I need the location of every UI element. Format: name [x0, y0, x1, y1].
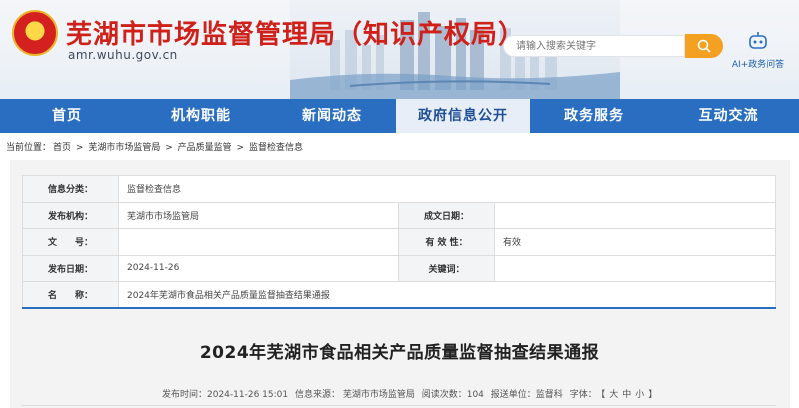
read-count: 阅读次数：104 [421, 390, 484, 400]
font-size-bracket-close: 】 [648, 390, 658, 400]
ai-assistant-label: AI+政务问答 [731, 60, 785, 70]
breadcrumb-separator: > [236, 143, 245, 153]
publish-date-label: 发布日期： [22, 254, 119, 282]
breadcrumb-link-home[interactable]: 首页 [53, 143, 71, 153]
breadcrumb-link-bureau[interactable]: 芜湖市市场监管局 [88, 143, 160, 153]
main-nav: 首页 机构职能 新闻动态 政府信息公开 政务服务 互动交流 [0, 99, 799, 133]
publisher-label: 发布机构： [22, 201, 119, 229]
nav-item-functions[interactable]: 机构职能 [134, 99, 268, 133]
created-date-label: 成文日期： [398, 201, 495, 229]
search-button[interactable] [685, 34, 723, 58]
table-row: 文 号： 有 效 性： 有效 [22, 228, 776, 256]
publish-time: 发布时间：2024-11-26 15:01 [162, 390, 289, 400]
divider [22, 307, 776, 309]
divider [22, 405, 776, 406]
table-row: 信息分类： 监督检查信息 [22, 175, 776, 203]
keywords-label: 关键词： [398, 254, 495, 282]
category-value: 监督检查信息 [118, 175, 776, 203]
created-date-value [494, 201, 776, 229]
breadcrumb-separator: > [75, 143, 84, 153]
font-size-bracket-open: 【 [600, 390, 606, 400]
keywords-value [494, 254, 776, 282]
publisher-value: 芜湖市市场监管局 [118, 201, 399, 229]
article-title: 2024年芜湖市食品相关产品质量监督抽查结果通报 [199, 343, 600, 363]
table-row: 名 称： 2024年芜湖市食品相关产品质量监督抽查结果通报 [22, 281, 776, 309]
font-large-link[interactable]: 大 [609, 390, 618, 400]
breadcrumb-prefix: 当前位置： [6, 143, 52, 153]
breadcrumb-separator: > [165, 143, 173, 153]
doc-number-label: 文 号： [22, 228, 119, 256]
publish-date-value: 2024-11-26 [118, 254, 399, 282]
breadcrumb-link-quality[interactable]: 产品质量监管 [178, 143, 232, 153]
font-medium-link[interactable]: 中 [622, 390, 631, 400]
robot-icon [749, 32, 767, 49]
nav-item-home[interactable]: 首页 [0, 99, 134, 133]
breadcrumb: 当前位置： 首页 > 芜湖市市场监管局 > 产品质量监管 > 监督检查信息 [6, 140, 305, 153]
info-source: 信息来源： 芜湖市市场监管局 [294, 390, 415, 400]
nav-item-services[interactable]: 政务服务 [530, 99, 658, 133]
table-row: 发布日期： 2024-11-26 关键词： [22, 254, 776, 282]
validity-value: 有效 [494, 228, 776, 256]
nav-item-news[interactable]: 新闻动态 [268, 99, 396, 133]
category-label: 信息分类： [22, 175, 119, 203]
national-emblem-icon [12, 10, 58, 56]
site-header: 芜湖市市场监督管理局（知识产权局） amr.wuhu.gov.cn AI+政务问… [0, 0, 799, 99]
submitting-unit: 报送单位：监督科 [490, 390, 563, 400]
site-title: 芜湖市市场监督管理局（知识产权局） [66, 20, 526, 50]
article-meta: 发布时间：2024-11-26 15:01 信息来源： 芜湖市市场监管局 阅读次… [162, 387, 661, 400]
table-row: 发布机构： 芜湖市市场监管局 成文日期： [22, 201, 776, 229]
name-value: 2024年芜湖市食品相关产品质量监督抽查结果通报 [118, 281, 776, 309]
search-input[interactable] [503, 35, 685, 57]
font-size-label: 字体： [569, 390, 597, 400]
nav-item-gov-info[interactable]: 政府信息公开 [396, 99, 530, 133]
site-domain: amr.wuhu.gov.cn [68, 48, 178, 62]
font-small-link[interactable]: 小 [635, 390, 644, 400]
validity-label: 有 效 性： [398, 228, 495, 256]
ai-assistant-button[interactable]: AI+政务问答 [730, 32, 786, 70]
search-icon [697, 39, 711, 53]
doc-number-value [118, 228, 399, 256]
name-label: 名 称： [22, 281, 119, 309]
info-table: 信息分类： 监督检查信息 发布机构： 芜湖市市场监管局 成文日期： 文 号： 有… [22, 175, 776, 309]
nav-item-interaction[interactable]: 互动交流 [658, 99, 799, 133]
breadcrumb-link-inspection[interactable]: 监督检查信息 [249, 143, 303, 153]
